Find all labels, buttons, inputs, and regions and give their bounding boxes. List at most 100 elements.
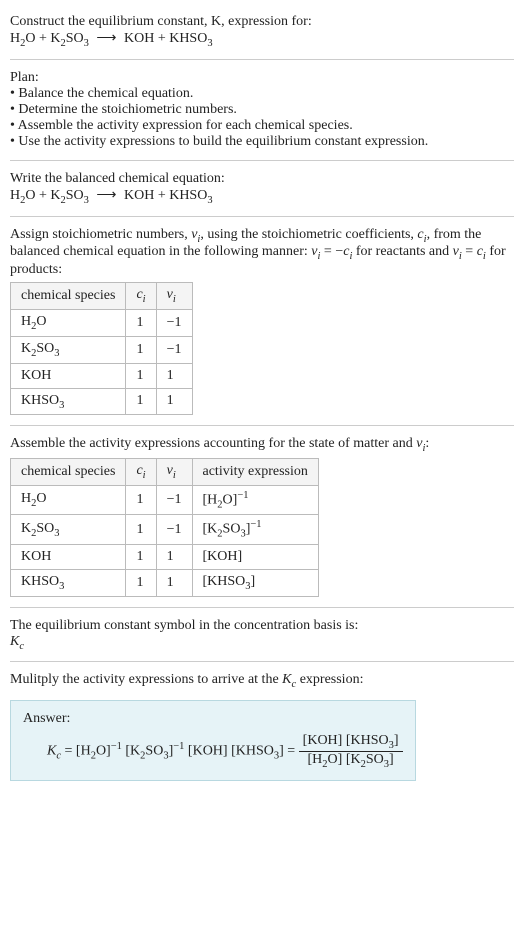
eq-part: O + K — [25, 31, 60, 46]
cell-species: KHSO3 — [11, 569, 126, 596]
cell-species: H2O — [11, 485, 126, 514]
cell-species: K2SO3 — [11, 336, 126, 363]
cell-ci: 1 — [126, 544, 156, 569]
kc-k: K — [282, 672, 291, 687]
cell-nui: 1 — [156, 388, 192, 415]
table-row: KHSO3 1 1 — [11, 388, 193, 415]
cell-ci: 1 — [126, 388, 156, 415]
fraction-numerator: [KOH] [KHSO3] — [299, 733, 403, 752]
kc-k: K — [10, 634, 19, 649]
text: ] = — [279, 744, 299, 759]
stoich-table: chemical species ci νi H2O 1 −1 K2SO3 1 … — [10, 282, 193, 415]
text: The equilibrium constant symbol in the c… — [10, 618, 358, 633]
divider — [10, 59, 514, 60]
fraction-denominator: [H2O] [K2SO3] — [299, 752, 403, 770]
cell-activity: [K2SO3]−1 — [192, 515, 318, 544]
text: Assign stoichiometric numbers, — [10, 227, 191, 242]
col-species: chemical species — [11, 459, 126, 486]
text: O] — [96, 744, 111, 759]
eq-part: H — [10, 31, 20, 46]
col-nui: νi — [156, 459, 192, 486]
text: Mulitply the activity expressions to arr… — [10, 672, 282, 687]
eq-part: O + K — [25, 188, 60, 203]
cell-ci: 1 — [126, 309, 156, 336]
col-ci: ci — [126, 283, 156, 310]
col-species: chemical species — [11, 283, 126, 310]
cell-nui: 1 — [156, 363, 192, 388]
cell-species: KOH — [11, 544, 126, 569]
table-row: KOH 1 1 — [11, 363, 193, 388]
text: [K — [122, 744, 140, 759]
eq-sub: 3 — [84, 38, 89, 49]
cell-nui: 1 — [156, 544, 192, 569]
answer-expression: Kc = [H2O]−1 [K2SO3]−1 [KOH] [KHSO3] = [… — [47, 733, 403, 770]
kc-k: K — [47, 744, 56, 759]
balanced-title: Write the balanced chemical equation: — [10, 171, 225, 186]
cell-ci: 1 — [126, 569, 156, 596]
eq-part: KOH + KHSO — [124, 31, 207, 46]
cell-nui: −1 — [156, 336, 192, 363]
cell-ci: 1 — [126, 485, 156, 514]
eq-part: SO — [66, 31, 84, 46]
plan-item: • Balance the chemical equation. — [10, 86, 193, 101]
answer-box: Answer: Kc = [H2O]−1 [K2SO3]−1 [KOH] [KH… — [10, 700, 416, 781]
col-nui: νi — [156, 283, 192, 310]
cell-nui: −1 — [156, 485, 192, 514]
table-row: K2SO3 1 −1 [K2SO3]−1 — [11, 515, 319, 544]
text: SO — [145, 744, 163, 759]
divider — [10, 607, 514, 608]
text: [KOH] [KHSO — [184, 744, 273, 759]
eq-part: KOH + KHSO — [124, 188, 207, 203]
plan-title: Plan: — [10, 70, 39, 85]
table-header-row: chemical species ci νi activity expressi… — [11, 459, 319, 486]
answer-label: Answer: — [23, 711, 403, 727]
cell-nui: −1 — [156, 515, 192, 544]
eq-sub: 3 — [84, 195, 89, 206]
table-row: H2O 1 −1 — [11, 309, 193, 336]
activity-expressions: Assemble the activity expressions accoun… — [10, 436, 514, 596]
cell-species: K2SO3 — [11, 515, 126, 544]
cell-activity: [KHSO3] — [192, 569, 318, 596]
prompt: Construct the equilibrium constant, K, e… — [10, 14, 514, 49]
plan-item: • Determine the stoichiometric numbers. — [10, 102, 237, 117]
plan-item: • Assemble the activity expression for e… — [10, 118, 353, 133]
multiply-line: Mulitply the activity expressions to arr… — [10, 672, 514, 690]
text: for reactants and — [352, 244, 452, 259]
kc-symbol: The equilibrium constant symbol in the c… — [10, 618, 514, 652]
equation: H2O + K2SO3 ⟶ KOH + KHSO3 — [10, 31, 213, 46]
text: Assemble the activity expressions accoun… — [10, 436, 416, 451]
text: expression: — [296, 672, 363, 687]
cell-ci: 1 — [126, 363, 156, 388]
arrow-icon: ⟶ — [92, 30, 120, 47]
cell-species: KHSO3 — [11, 388, 126, 415]
eq-sub: 3 — [207, 195, 212, 206]
cell-species: KOH — [11, 363, 126, 388]
cell-activity: [H2O]−1 — [192, 485, 318, 514]
text: = [H — [61, 744, 91, 759]
col-ci: ci — [126, 459, 156, 486]
col-activity: activity expression — [192, 459, 318, 486]
cell-species: H2O — [11, 309, 126, 336]
eq-sub: 3 — [207, 38, 212, 49]
table-row: K2SO3 1 −1 — [11, 336, 193, 363]
arrow-icon: ⟶ — [92, 187, 120, 204]
cell-activity: [KOH] — [192, 544, 318, 569]
text: = — [462, 244, 477, 259]
cell-ci: 1 — [126, 515, 156, 544]
table-row: H2O 1 −1 [H2O]−1 — [11, 485, 319, 514]
table-row: KOH 1 1 [KOH] — [11, 544, 319, 569]
eq-part: SO — [66, 188, 84, 203]
kc-c: c — [19, 640, 24, 651]
plan: Plan: • Balance the chemical equation. •… — [10, 70, 514, 150]
eq-part: H — [10, 188, 20, 203]
prompt-text: Construct the equilibrium constant, K, e… — [10, 14, 312, 29]
fraction: [KOH] [KHSO3] [H2O] [K2SO3] — [299, 733, 403, 770]
equation: H2O + K2SO3 ⟶ KOH + KHSO3 — [10, 188, 213, 203]
text: , using the stoichiometric coefficients, — [200, 227, 417, 242]
text: : — [425, 436, 429, 451]
balanced-equation: Write the balanced chemical equation: H2… — [10, 171, 514, 206]
table-row: KHSO3 1 1 [KHSO3] — [11, 569, 319, 596]
table-header-row: chemical species ci νi — [11, 283, 193, 310]
divider — [10, 216, 514, 217]
divider — [10, 160, 514, 161]
